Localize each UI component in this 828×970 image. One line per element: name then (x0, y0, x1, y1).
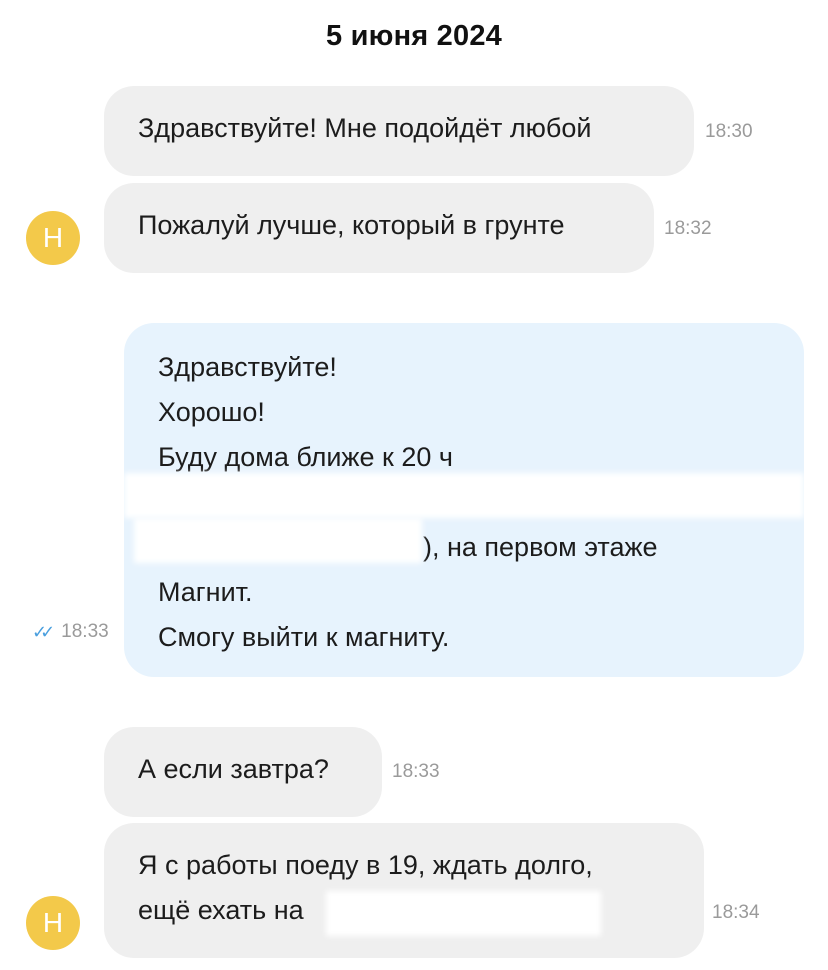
message-text-line: Я с работы поеду в 19, ждать долго, (138, 850, 593, 880)
message-bubble-outgoing[interactable]: Здравствуйте! Хорошо! Буду дома ближе к … (124, 323, 804, 677)
message-text: А если завтра? (138, 754, 329, 784)
message-time: 18:33 (392, 761, 440, 782)
date-header: 5 июня 2024 (326, 20, 502, 52)
redacted-region (326, 891, 601, 936)
double-check-icon: ✓✓ (32, 621, 55, 642)
message-time: 18:33 (61, 621, 109, 642)
message-text: Здравствуйте! Мне подойдёт любой (138, 113, 592, 143)
read-status: ✓✓ 18:33 (32, 621, 109, 643)
message-bubble-incoming[interactable]: Пожалуй лучше, который в грунте (104, 183, 654, 273)
message-time: 18:30 (705, 121, 753, 142)
avatar[interactable]: Н (26, 896, 80, 950)
message-bubble-incoming[interactable]: Я с работы поеду в 19, ждать долго, ещё … (104, 823, 704, 958)
message-bubble-incoming[interactable]: А если завтра? (104, 727, 382, 817)
message-time: 18:34 (712, 902, 760, 923)
redacted-region (124, 473, 804, 518)
redacted-region (134, 518, 422, 563)
avatar[interactable]: Н (26, 211, 80, 265)
message-text: Пожалуй лучше, который в грунте (138, 210, 565, 240)
message-bubble-incoming[interactable]: Здравствуйте! Мне подойдёт любой (104, 86, 694, 176)
message-time: 18:32 (664, 218, 712, 239)
